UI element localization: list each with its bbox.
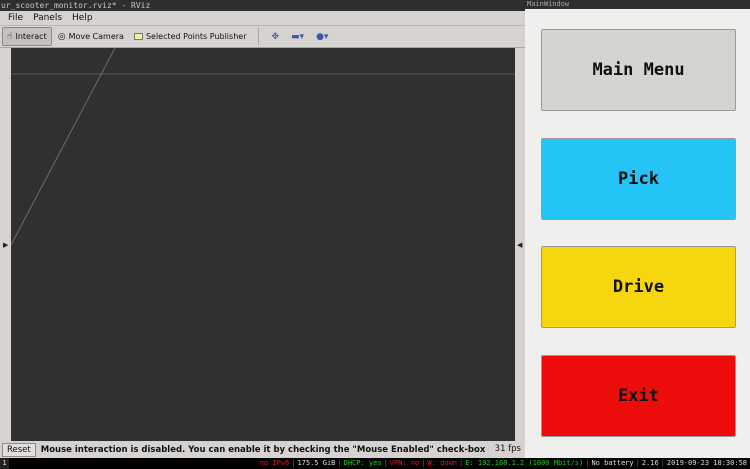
crosshair-tool-icon[interactable]: ✥ — [271, 32, 279, 42]
ipv6-status: no IPv6 — [259, 459, 290, 467]
main-window-title: MainWindow — [525, 0, 750, 9]
main-window: MainWindow Main Menu Pick Drive Exit — [525, 0, 750, 458]
system-status: no IPv6 | 175.5 GiB | DHCP: yes | VPN: no | … — [259, 459, 747, 467]
tool-bar: ☝ Interact ◎ Move Camera Selected Points… — [0, 25, 525, 48]
taskbar: 1 no IPv6 | 175.5 GiB | DHCP: yes | VPN: no… — [0, 458, 750, 469]
toolbar-separator — [258, 28, 260, 45]
left-dock-handle[interactable]: ▶ — [0, 48, 11, 441]
drive-button[interactable]: Drive — [541, 246, 736, 328]
right-dock-handle[interactable]: ◀ — [515, 48, 525, 441]
menu-help[interactable]: Help — [72, 13, 93, 23]
grid-lines — [11, 48, 515, 246]
selected-points-tool-label: Selected Points Publisher — [145, 32, 247, 41]
clock: 2019-09-23 18:30:58 — [666, 459, 747, 467]
battery-status: No battery — [591, 459, 634, 467]
3d-render-viewport[interactable] — [11, 48, 515, 441]
expand-right-arrow-icon[interactable]: ▶ — [3, 241, 8, 249]
disk-status: 175.5 GiB — [297, 459, 336, 467]
vpn-status: VPN: no — [389, 459, 420, 467]
rviz-window-title: ur_scooter_monitor.rviz* - RViz — [0, 0, 525, 11]
workspace-button[interactable]: 1 — [0, 458, 9, 469]
main-menu-button[interactable]: Main Menu — [541, 29, 736, 111]
fps-counter: 31 fps — [490, 441, 525, 458]
status-bar: Reset Mouse interaction is disabled. You… — [0, 441, 525, 458]
menu-file[interactable]: File — [8, 13, 23, 23]
selected-points-tool-button[interactable]: Selected Points Publisher — [130, 27, 251, 46]
camera-move-icon: ◎ — [57, 31, 66, 42]
dhcp-status: DHCP: yes — [343, 459, 382, 467]
load-status: 2.16 — [641, 459, 659, 467]
wifi-status: W: down — [427, 459, 458, 467]
move-camera-tool-label: Move Camera — [68, 32, 124, 41]
move-camera-tool-button[interactable]: ◎ Move Camera — [54, 27, 128, 46]
reset-button[interactable]: Reset — [2, 442, 36, 457]
rviz-window: ur_scooter_monitor.rviz* - RViz File Pan… — [0, 0, 525, 458]
status-message: Mouse interaction is disabled. You can e… — [40, 444, 489, 455]
exit-button[interactable]: Exit — [541, 355, 736, 437]
point-tool-dropdown-icon[interactable]: ●▾ — [316, 32, 328, 42]
ethernet-status: E: 192.168.1.2 (1000 Mbit/s) — [465, 459, 584, 467]
menu-panels[interactable]: Panels — [33, 13, 62, 23]
menu-bar: File Panels Help — [0, 11, 525, 25]
measure-tool-dropdown-icon[interactable]: ▬▾ — [291, 32, 304, 42]
interact-tool-button[interactable]: ☝ Interact — [2, 27, 52, 46]
hand-pointer-icon: ☝ — [7, 31, 13, 42]
interact-tool-label: Interact — [15, 32, 47, 41]
pick-button[interactable]: Pick — [541, 138, 736, 220]
selection-box-icon — [133, 33, 143, 40]
expand-left-arrow-icon[interactable]: ◀ — [517, 241, 522, 249]
